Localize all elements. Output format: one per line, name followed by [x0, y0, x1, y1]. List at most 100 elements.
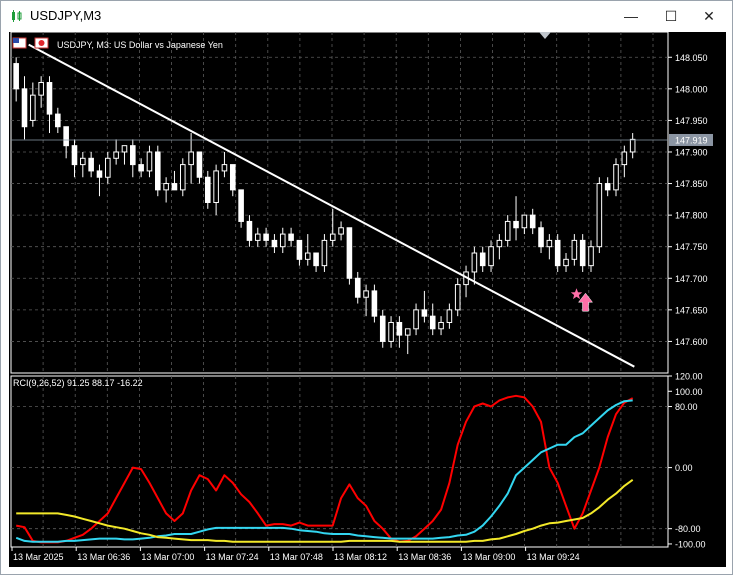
candle-bull: [621, 151, 628, 166]
candle-bull: [279, 233, 286, 248]
candle-bear: [55, 113, 61, 128]
candle-bear: [479, 252, 486, 267]
candle-bull: [30, 94, 36, 121]
price-tick-label: 148.050: [675, 53, 708, 63]
candle-bear: [604, 183, 611, 191]
indicator-tick-label: 100.00: [675, 387, 703, 397]
indicator-tick-label: -100.00: [675, 539, 706, 549]
candle-bull: [163, 183, 169, 191]
candle-bear: [396, 321, 403, 336]
candle-bull: [363, 290, 369, 298]
indicator-tick-label: 0.00: [675, 463, 693, 473]
candle-bear: [13, 63, 19, 90]
candle-bear: [346, 227, 353, 279]
symbol-flag-icon-canton: [13, 38, 19, 43]
candle-bear: [288, 233, 294, 241]
candle-bull: [504, 220, 511, 241]
candle-bull: [596, 183, 603, 248]
candle-bear: [263, 233, 269, 241]
candle-bear: [529, 214, 536, 229]
chart-header: USDJPY, M3: US Dollar vs Japanese Yen: [57, 40, 223, 50]
candle-bull: [446, 309, 453, 323]
candle-bull: [321, 239, 328, 267]
candle-bear: [271, 239, 278, 248]
time-label: 13 Mar 07:48: [270, 552, 323, 562]
price-tick-label: 147.850: [675, 179, 708, 189]
price-tick-label: 147.800: [675, 211, 708, 221]
rci-line-1: [16, 394, 634, 544]
candle-bull: [146, 151, 153, 172]
chart-area[interactable]: 148.050 148.000 147.950 147.900 147.850 147.8…: [9, 31, 726, 567]
candle-bear: [46, 82, 53, 115]
indicator-tick-label: 80.00: [675, 402, 698, 412]
buy-arrow-icon: [578, 292, 594, 312]
mt-chart-window: USDJPY,M3 — ☐ ✕ 148.050 148.000 147.950 147…: [0, 0, 733, 575]
candle-bull: [121, 145, 128, 153]
title-bar[interactable]: USDJPY,M3 — ☐ ✕: [1, 1, 732, 31]
price-tick-label: 147.900: [675, 147, 708, 157]
maximize-icon: ☐: [664, 7, 678, 24]
candle-bear: [246, 220, 253, 241]
candle-bull: [404, 328, 411, 336]
candle-bear: [513, 220, 519, 229]
chart-canvas[interactable]: 148.050 148.000 147.950 147.900 147.850 147.8…: [9, 31, 726, 567]
candle-bear: [238, 189, 244, 222]
trendline: [28, 43, 635, 368]
time-label: 13 Mar 09:00: [462, 552, 515, 562]
price-tick-label: 147.750: [675, 242, 708, 252]
axes: 148.050 148.000 147.950 147.900 147.850 147.8…: [11, 53, 713, 562]
candle-bear: [130, 145, 136, 166]
candle-bull: [588, 246, 594, 267]
close-button[interactable]: ✕: [691, 1, 727, 31]
time-label: 13 Mar 08:12: [334, 552, 387, 562]
minimize-button[interactable]: —: [613, 1, 649, 31]
candle-bear: [379, 315, 386, 342]
indicator-tick-label: -80.00: [675, 524, 701, 534]
indicator-tick-label: 120.00: [675, 372, 703, 382]
candle-bear: [155, 151, 161, 191]
maximize-button[interactable]: ☐: [653, 1, 689, 31]
candle-bull: [80, 157, 86, 166]
candle-bull: [563, 258, 569, 267]
chart-shift-marker-icon: [539, 32, 551, 39]
candle-bear: [138, 164, 144, 172]
candle-bull: [213, 170, 219, 203]
candle-bull: [388, 321, 394, 342]
candle-bull: [38, 82, 44, 96]
candle-bull: [629, 138, 636, 153]
candle-bear: [429, 315, 436, 330]
main-panel-frame: [10, 31, 669, 374]
price-tick-label: 147.650: [675, 305, 708, 315]
candle-bull: [571, 239, 578, 260]
candle-bull: [254, 233, 261, 241]
time-label: 13 Mar 07:00: [141, 552, 194, 562]
candle-bull: [113, 151, 119, 159]
time-label: 13 Mar 2025: [13, 552, 64, 562]
price-tick-label: 147.600: [675, 337, 708, 347]
candle-bear: [71, 145, 78, 166]
candle-bear: [204, 176, 211, 203]
candle-bear: [554, 239, 561, 267]
grid: [10, 31, 669, 548]
candle-bull: [613, 164, 619, 191]
candle-bear: [196, 151, 203, 178]
candle-bull: [179, 164, 186, 191]
candle-bull: [304, 252, 311, 260]
candle-bear: [229, 164, 236, 191]
candle-bear: [579, 239, 586, 267]
candle-bull: [105, 157, 111, 178]
candle-bull: [338, 227, 344, 235]
close-icon: ✕: [703, 7, 715, 24]
quote-flag-icon-disc: [38, 40, 45, 46]
time-label: 13 Mar 09:24: [527, 552, 580, 562]
candle-bear: [21, 88, 28, 128]
candle-bull: [413, 309, 419, 330]
candle-bear: [63, 126, 69, 147]
candle-bull: [521, 214, 528, 229]
candle-bull: [188, 151, 194, 166]
candle-bear: [354, 277, 361, 298]
window-title: USDJPY,M3: [30, 8, 102, 23]
candle-bull: [546, 239, 553, 248]
candle-bull: [438, 321, 444, 330]
candle-bear: [371, 290, 378, 317]
